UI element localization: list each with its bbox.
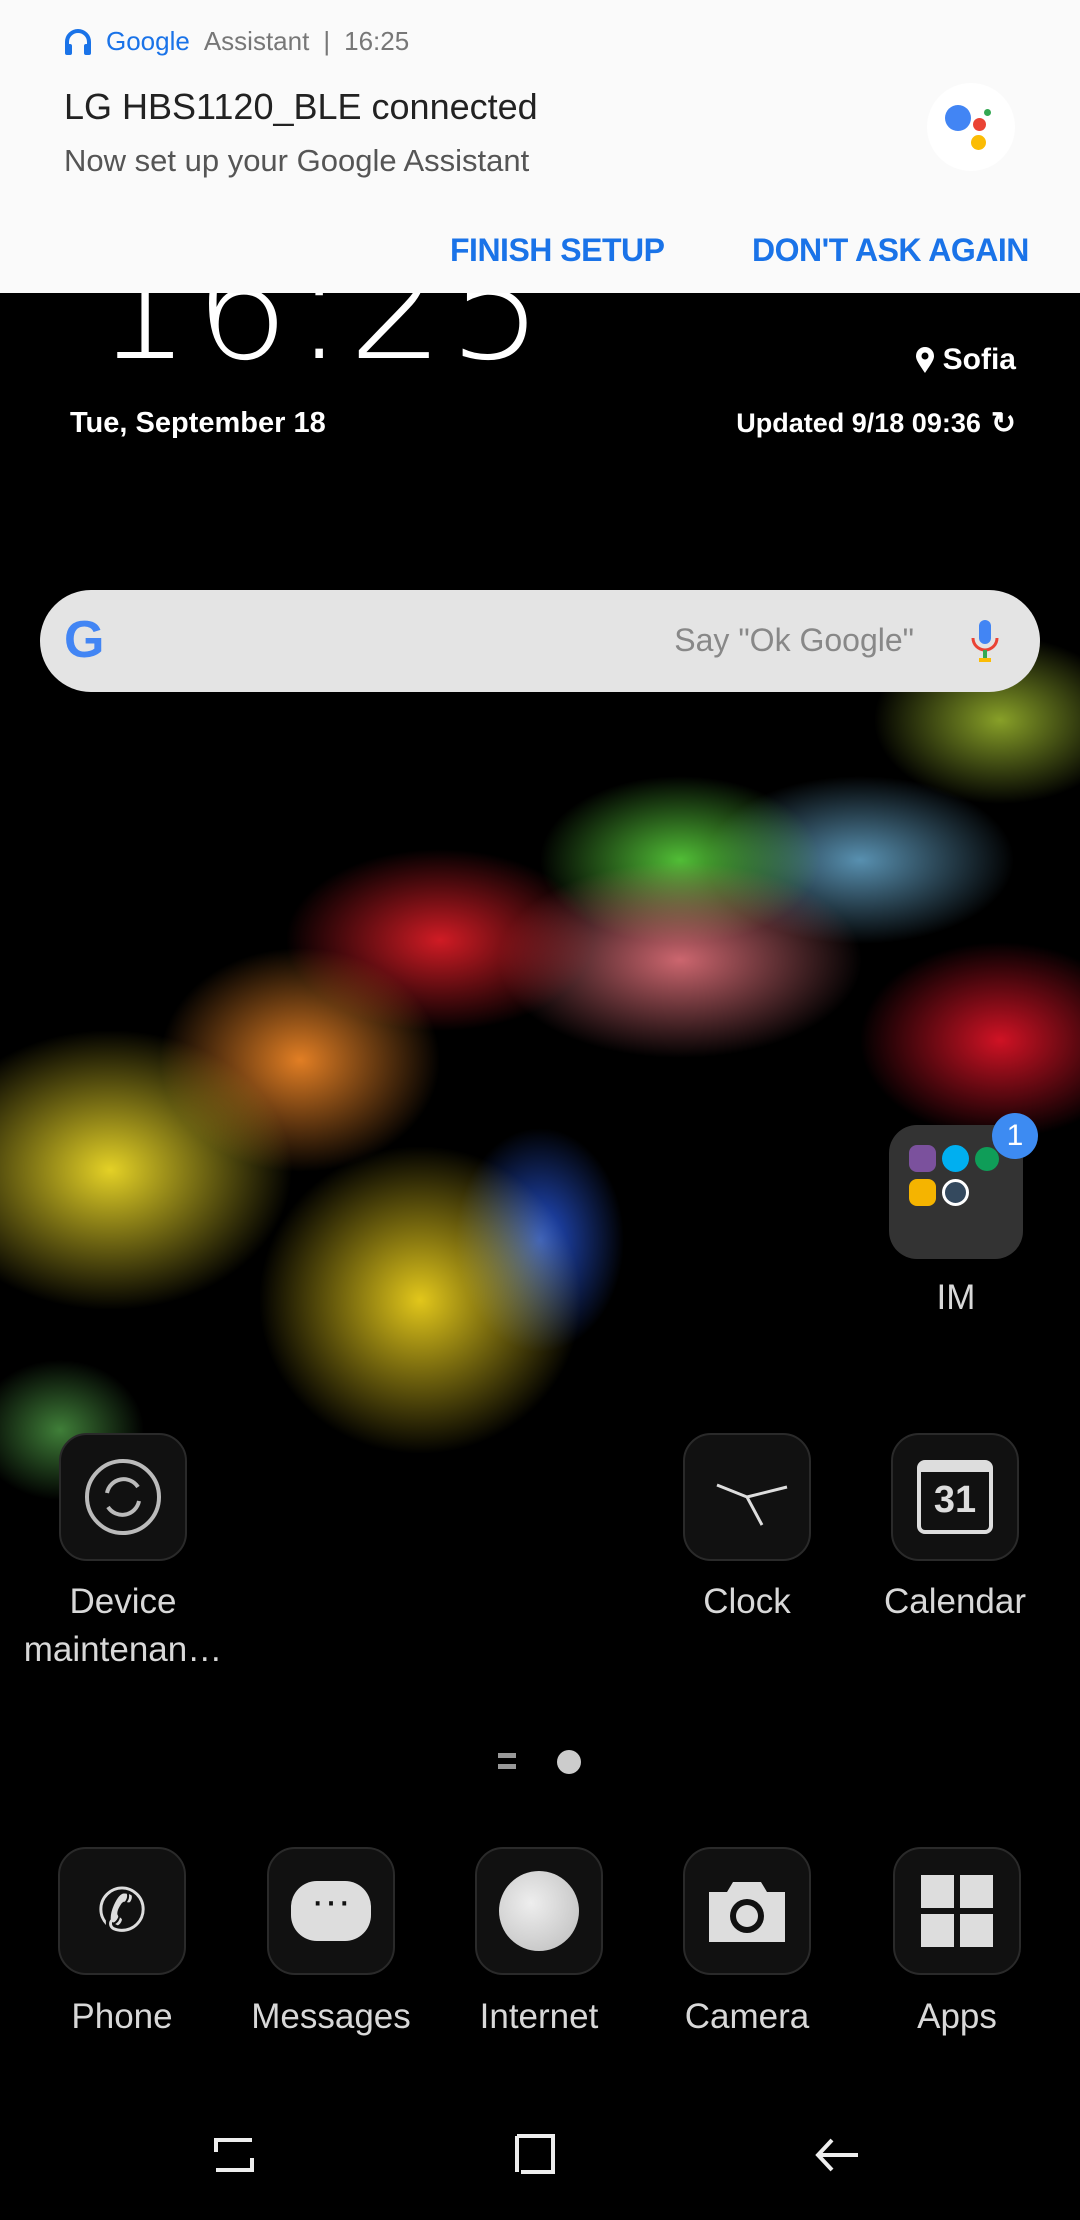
location-name: Sofia <box>942 343 1016 376</box>
notification-header: Google Assistant | 16:25 <box>64 26 409 57</box>
updated-text: Updated 9/18 09:36 <box>736 408 981 438</box>
finish-setup-button[interactable]: FINISH SETUP <box>450 232 665 269</box>
app-name: Google <box>106 26 190 56</box>
location-pin-icon <box>915 347 934 373</box>
messenger-icon <box>909 1179 936 1206</box>
telegram-icon <box>942 1179 969 1206</box>
notification-time: 16:25 <box>344 26 410 56</box>
google-g-icon: G <box>64 611 105 669</box>
headphones-icon <box>65 28 91 55</box>
weather-updated[interactable]: Updated 9/18 09:36 ↻ <box>736 406 1016 441</box>
phone-app[interactable]: ✆ <box>58 1847 186 1975</box>
page-indicator-home[interactable] <box>498 1753 516 1769</box>
app-label: Internet <box>479 1997 599 2036</box>
app-label: Phone <box>71 1997 173 2036</box>
app-label: Calendar <box>883 1582 1027 1621</box>
home-icon[interactable] <box>505 2130 565 2180</box>
app-label: Messages <box>251 1997 411 2036</box>
device-maintenance-app[interactable] <box>59 1433 187 1561</box>
notification-title: LG HBS1120_BLE connected <box>64 86 538 127</box>
phone-icon: ✆ <box>96 1877 148 1944</box>
refresh-icon <box>85 1459 161 1535</box>
google-search-bar[interactable]: G Say "Ok Google" <box>40 590 1040 692</box>
globe-icon <box>499 1871 579 1951</box>
notification-badge: 1 <box>992 1113 1038 1159</box>
app-label: Apps <box>917 1997 997 2036</box>
back-icon[interactable] <box>808 2130 868 2180</box>
notification-text: Now set up your Google Assistant <box>64 143 530 178</box>
camera-icon <box>709 1882 785 1942</box>
assistant-notification[interactable]: Google Assistant | 16:25 LG HBS1120_BLE … <box>0 0 1080 293</box>
clock-app[interactable] <box>683 1433 811 1561</box>
folder-label: IM <box>936 1278 976 1317</box>
app-label: Device maintenan… <box>23 1582 223 1669</box>
apps-button[interactable] <box>893 1847 1021 1975</box>
recents-icon[interactable] <box>204 2130 264 2180</box>
page-indicator-current[interactable] <box>557 1750 581 1774</box>
viber-icon <box>909 1145 936 1172</box>
google-assistant-icon <box>927 83 1015 171</box>
weather-location[interactable]: Sofia <box>915 343 1016 377</box>
apps-grid-icon <box>921 1875 993 1947</box>
app-label: Camera <box>684 1997 810 2036</box>
clock-icon <box>716 1483 788 1526</box>
message-bubble-icon: ··· <box>291 1881 371 1941</box>
calendar-app[interactable]: 31 <box>891 1433 1019 1561</box>
skype-icon <box>942 1145 969 1172</box>
separator: | <box>323 26 331 56</box>
camera-app[interactable] <box>683 1847 811 1975</box>
dont-ask-again-button[interactable]: DON'T ASK AGAIN <box>752 232 1029 269</box>
messages-app[interactable]: ··· <box>267 1847 395 1975</box>
internet-app[interactable] <box>475 1847 603 1975</box>
refresh-icon[interactable]: ↻ <box>991 406 1016 441</box>
search-placeholder: Say "Ok Google" <box>674 622 914 658</box>
widget-date: Tue, September 18 <box>70 407 326 439</box>
microphone-icon[interactable] <box>970 618 1000 664</box>
app-subtext: Assistant <box>203 26 310 56</box>
app-label: Clock <box>703 1582 791 1621</box>
hangouts-icon <box>975 1147 999 1171</box>
calendar-icon: 31 <box>917 1460 993 1534</box>
